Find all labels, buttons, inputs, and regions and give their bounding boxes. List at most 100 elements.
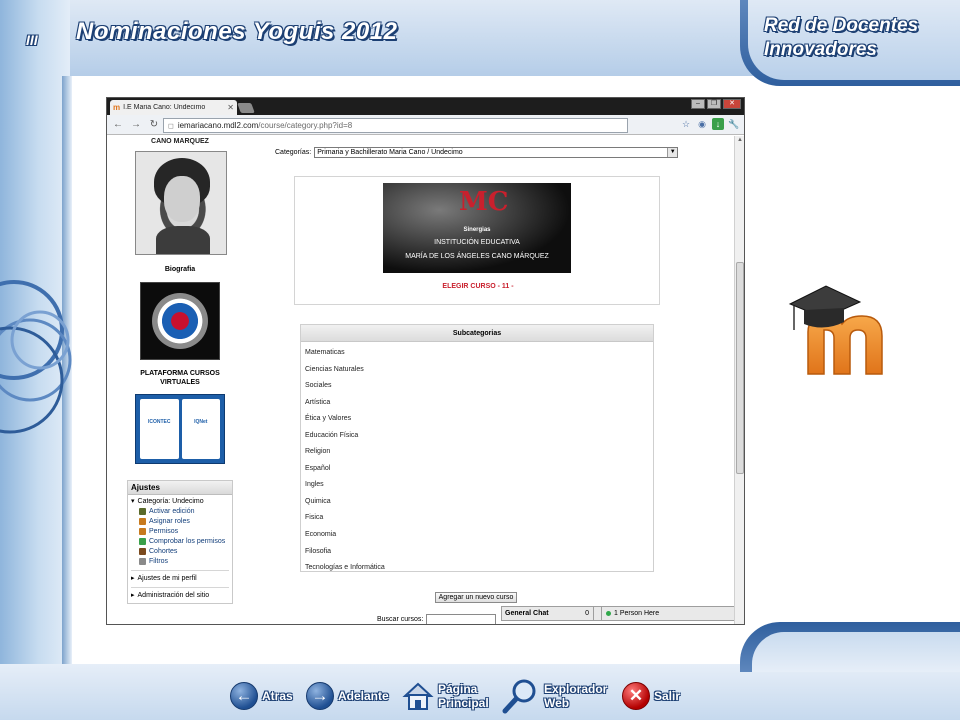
school-shield-image[interactable] xyxy=(140,282,220,360)
browser-toolbar: ← → ↻ ◻ iemariacano.mdl2.com/course/cate… xyxy=(107,115,744,135)
online-people-button[interactable]: 1 Person Here xyxy=(602,607,659,620)
subcategory-link[interactable]: Ingles xyxy=(305,477,653,494)
subcategory-link[interactable]: Artística xyxy=(305,395,653,412)
settings-item[interactable]: Activar edición xyxy=(131,507,229,517)
forward-arrow-icon[interactable]: → xyxy=(129,119,143,130)
nav-back-button[interactable]: ← Atras xyxy=(230,676,293,716)
extension-eye-icon[interactable]: ◉ xyxy=(696,118,708,130)
chat-count: 0 xyxy=(585,610,589,617)
settings-category-node[interactable]: ▾ Categoría: Undecimo xyxy=(131,497,229,507)
course-search-row: Buscar cursos: xyxy=(377,614,497,624)
maximize-icon[interactable]: ❐ xyxy=(707,99,721,109)
sidebar-header: CANO MARQUEZ xyxy=(151,138,209,145)
url-path: /course/category.php?id=8 xyxy=(258,121,353,130)
virtual-courses-line2: VIRTUALES xyxy=(160,379,200,386)
collapsed-triangle-icon: ▸ xyxy=(131,575,135,582)
left-sidebar: CANO MARQUEZ Biografia PLATAFORMA CURSOS… xyxy=(107,136,233,624)
settings-block: Ajustes ▾ Categoría: Undecimo Activar ed… xyxy=(127,480,233,604)
minimize-icon[interactable]: – xyxy=(691,99,705,109)
footer-accent-panel xyxy=(752,632,960,672)
extension-green-icon[interactable]: ↓ xyxy=(712,118,724,130)
portrait-image xyxy=(135,151,227,255)
forward-arrow-icon: → xyxy=(306,682,334,710)
reload-icon[interactable]: ↻ xyxy=(147,119,161,130)
browser-tab[interactable]: m I.E Maria Cano: Undecimo ✕ xyxy=(110,100,237,115)
settings-profile-node[interactable]: ▸ Ajustes de mi perfil xyxy=(131,574,229,584)
biography-label[interactable]: Biografia xyxy=(107,266,253,273)
search-courses-input[interactable] xyxy=(426,614,497,624)
scroll-thumb[interactable] xyxy=(736,262,744,474)
window-close-icon[interactable]: ✕ xyxy=(723,99,741,109)
category-selector-row: Categorías: Primaria y Bachillerato Mari… xyxy=(275,147,679,158)
url-host: iemariacano.mdl2.com xyxy=(177,121,259,130)
moodle-logo-icon xyxy=(788,285,883,375)
subcategory-link[interactable]: Educación Física xyxy=(305,428,653,445)
settings-item-icon xyxy=(139,548,146,555)
chat-bar: General Chat 0 1 Person Here xyxy=(501,606,735,621)
back-arrow-icon: ← xyxy=(230,682,258,710)
certification-image: ICONTEC IQNet xyxy=(135,394,225,464)
settings-site-admin-node[interactable]: ▸ Administración del sitio xyxy=(131,591,229,601)
general-chat-button[interactable]: General Chat 0 xyxy=(502,607,594,620)
subcategory-link[interactable]: Filosofia xyxy=(305,544,653,561)
category-select[interactable]: Primaria y Bachillerato Maria Cano / Und… xyxy=(314,147,679,158)
cert-right-label: IQNet xyxy=(181,399,220,459)
nav-exit-button[interactable]: ✕ Salir xyxy=(622,676,680,716)
network-title-line2: Innovadores xyxy=(764,39,877,60)
settings-item[interactable]: Filtros xyxy=(131,557,229,567)
subcategory-link[interactable]: Tecnologías e Informática xyxy=(305,560,653,577)
nav-explorer-button[interactable]: Explorador Web xyxy=(502,676,607,716)
subcategory-link[interactable]: Religion xyxy=(305,444,653,461)
settings-item[interactable]: Permisos xyxy=(131,527,229,537)
nav-home-line2: Principal xyxy=(438,696,489,710)
decorative-rings xyxy=(0,280,72,434)
subcategory-link[interactable]: Ciencias Naturales xyxy=(305,362,653,379)
scroll-up-icon[interactable]: ▲ xyxy=(736,137,744,145)
page-scrollbar[interactable]: ▲ xyxy=(734,136,744,624)
online-dot-icon xyxy=(606,611,611,616)
subcategory-link[interactable]: Economia xyxy=(305,527,653,544)
browser-extension-icons: ☆ ◉ ↓ 🔧 xyxy=(680,118,740,130)
subcategory-link[interactable]: Fisica xyxy=(305,510,653,527)
category-label: Categorías: xyxy=(275,149,312,156)
subcategory-link[interactable]: Español xyxy=(305,461,653,478)
moodle-page: CANO MARQUEZ Biografia PLATAFORMA CURSOS… xyxy=(107,136,735,624)
settings-site-admin-label: Administración del sitio xyxy=(137,592,210,599)
tab-close-icon[interactable]: ✕ xyxy=(227,103,237,112)
settings-tree: ▾ Categoría: Undecimo Activar edición Asi… xyxy=(128,495,232,603)
collapsed-triangle-icon: ▸ xyxy=(131,592,135,599)
subcategory-link[interactable]: Ética y Valores xyxy=(305,411,653,428)
network-title: Red de Docentes Innovadores xyxy=(764,14,918,62)
subcategory-link[interactable]: Quimica xyxy=(305,494,653,511)
settings-item-label: Cohortes xyxy=(149,548,178,555)
choose-course-link[interactable]: ELEGIR CURSO - 11 - xyxy=(295,283,661,290)
browser-tab-title: I.E Maria Cano: Undecimo xyxy=(123,104,206,111)
online-people-label: 1 Person Here xyxy=(614,610,660,617)
nav-forward-label: Adelante xyxy=(338,689,389,703)
settings-item[interactable]: Comprobar los permisos xyxy=(131,537,229,547)
banner-line1: INSTITUCIÓN EDUCATIVA xyxy=(434,239,520,246)
new-tab-button[interactable] xyxy=(237,103,255,113)
nav-forward-button[interactable]: → Adelante xyxy=(306,676,389,716)
settings-item[interactable]: Asignar roles xyxy=(131,517,229,527)
settings-item-icon xyxy=(139,538,146,545)
settings-item-label: Asignar roles xyxy=(149,518,190,525)
nav-back-label: Atras xyxy=(262,689,293,703)
course-banner-box: MC Sinergias INSTITUCIÓN EDUCATIVA MARÍA… xyxy=(294,176,660,305)
bookmark-star-icon[interactable]: ☆ xyxy=(680,118,692,130)
nav-home-button[interactable]: Página Principal xyxy=(402,676,489,716)
back-arrow-icon[interactable]: ← xyxy=(111,119,125,130)
settings-item[interactable]: Cohortes xyxy=(131,547,229,557)
virtual-courses-line1: PLATAFORMA CURSOS xyxy=(140,370,220,377)
settings-item-label: Comprobar los permisos xyxy=(149,538,226,545)
settings-item-label: Filtros xyxy=(149,558,169,565)
add-course-button[interactable]: Agregar un nuevo curso xyxy=(435,592,517,603)
subcategory-link[interactable]: Sociales xyxy=(305,378,653,395)
wrench-icon[interactable]: 🔧 xyxy=(728,118,740,130)
address-bar[interactable]: ◻ iemariacano.mdl2.com/course/category.p… xyxy=(163,118,628,133)
subcategories-list: Matematicas Ciencias Naturales Sociales Art… xyxy=(301,342,653,577)
subcategory-link[interactable]: Matematicas xyxy=(305,345,653,362)
banner-line2: MARÍA DE LOS ÁNGELES CANO MÁRQUEZ xyxy=(405,253,549,260)
nav-explorer-line2: Web xyxy=(544,696,570,710)
magnifier-icon xyxy=(502,679,536,714)
